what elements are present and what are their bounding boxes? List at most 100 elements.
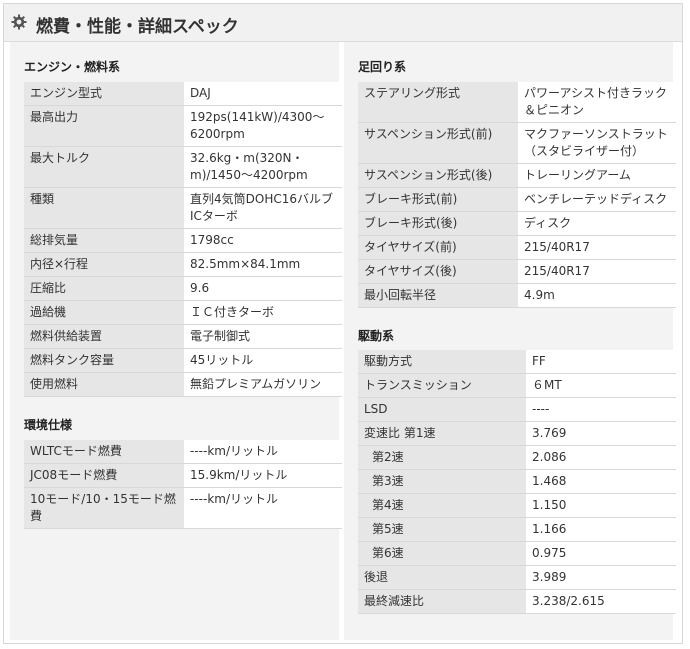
spec-value: ----km/リットル <box>184 440 342 464</box>
section-heading-drivetrain: 駆動系 <box>358 329 395 343</box>
spec-label: 圧縮比 <box>24 276 184 301</box>
spec-value: 1.468 <box>526 469 676 494</box>
spec-value: FF <box>526 350 676 374</box>
spec-value: マクファーソンストラット（スタビライザー付） <box>518 122 676 164</box>
spec-row: JC08モード燃費 15.9km/リットル <box>24 463 342 488</box>
spec-row: ステアリング形式 パワーアシスト付きラック＆ピニオン <box>358 82 676 123</box>
drivetrain-spec-table: 駆動方式 FF トランスミッション ６MT LSD ---- 変速比 第1速 3.769 第2速… <box>358 350 676 614</box>
spec-value: パワーアシスト付きラック＆ピニオン <box>518 82 676 123</box>
spec-label: JC08モード燃費 <box>24 463 184 488</box>
spec-row: 最小回転半径 4.9m <box>358 283 676 308</box>
section-heading-environment: 環境仕様 <box>24 418 73 432</box>
spec-row: 駆動方式 FF <box>358 350 676 374</box>
spec-value: 1.150 <box>526 493 676 518</box>
spec-label: 燃料供給装置 <box>24 324 184 349</box>
spec-label: 第2速 <box>358 445 526 470</box>
spec-value: 82.5mm×84.1mm <box>184 252 342 277</box>
spec-value: ---- <box>526 397 676 422</box>
spec-label: トランスミッション <box>358 373 526 398</box>
spec-label: 第6速 <box>358 541 526 566</box>
spec-value: 1798cc <box>184 228 342 253</box>
spec-row: タイヤサイズ(前) 215/40R17 <box>358 235 676 260</box>
spec-row: 後退 3.989 <box>358 565 676 590</box>
spec-value: 9.6 <box>184 276 342 301</box>
spec-value: ６MT <box>526 373 676 398</box>
spec-label: ブレーキ形式(前) <box>358 187 518 212</box>
spec-value: DAJ <box>184 82 342 106</box>
spec-value: 3.769 <box>526 421 676 446</box>
spec-row: 使用燃料 無鉛プレミアムガソリン <box>24 372 342 397</box>
right-panel: 足回り系 ステアリング形式 パワーアシスト付きラック＆ピニオン サスペンション形式(… <box>344 42 676 640</box>
spec-label: WLTCモード燃費 <box>24 440 184 464</box>
environment-spec-table: WLTCモード燃費 ----km/リットル JC08モード燃費 15.9km/リットル… <box>24 440 342 529</box>
left-panel: エンジン・燃料系 エンジン型式 DAJ 最高出力 192ps(141kW)/4300～… <box>10 42 342 640</box>
spec-row: 種類 直列4気筒DOHC16バルブICターボ <box>24 187 342 229</box>
title-bar: 燃費・性能・詳細スペック <box>4 4 682 42</box>
spec-row: 第3速 1.468 <box>358 469 676 494</box>
spec-row: 総排気量 1798cc <box>24 228 342 253</box>
spec-value: 1.166 <box>526 517 676 542</box>
spec-row: 第2速 2.086 <box>358 445 676 470</box>
spec-row: 第6速 0.975 <box>358 541 676 566</box>
spec-row: タイヤサイズ(後) 215/40R17 <box>358 259 676 284</box>
spec-value: 0.975 <box>526 541 676 566</box>
spec-row: 第5速 1.166 <box>358 517 676 542</box>
spec-row: 第4速 1.150 <box>358 493 676 518</box>
page-title: 燃費・性能・詳細スペック <box>36 17 239 37</box>
spec-row: 燃料タンク容量 45リットル <box>24 348 342 373</box>
spec-label: 過給機 <box>24 300 184 325</box>
gear-icon <box>11 14 27 30</box>
spec-label: サスペンション形式(前) <box>358 122 518 164</box>
spec-row: LSD ---- <box>358 397 676 422</box>
spec-value: ＩＣ付きターボ <box>184 300 342 325</box>
spec-label: 第3速 <box>358 469 526 494</box>
spec-value: 32.6kg・m(320N・m)/1450～4200rpm <box>184 146 342 188</box>
spec-label: 最小回転半径 <box>358 283 518 308</box>
spec-value: ----km/リットル <box>184 487 342 529</box>
spec-row: サスペンション形式(前) マクファーソンストラット（スタビライザー付） <box>358 122 676 164</box>
spec-row: 圧縮比 9.6 <box>24 276 342 301</box>
spec-row: エンジン型式 DAJ <box>24 82 342 106</box>
spec-label: 総排気量 <box>24 228 184 253</box>
engine-spec-table: エンジン型式 DAJ 最高出力 192ps(141kW)/4300～6200rpm 最大… <box>24 82 342 397</box>
spec-value: 45リットル <box>184 348 342 373</box>
spec-row: トランスミッション ６MT <box>358 373 676 398</box>
spec-value: 電子制御式 <box>184 324 342 349</box>
spec-row: サスペンション形式(後) トレーリングアーム <box>358 163 676 188</box>
spec-value: 2.086 <box>526 445 676 470</box>
spec-label: 変速比 第1速 <box>358 421 526 446</box>
spec-row: ブレーキ形式(前) ベンチレーテッドディスク <box>358 187 676 212</box>
suspension-spec-table: ステアリング形式 パワーアシスト付きラック＆ピニオン サスペンション形式(前) マクフ… <box>358 82 676 308</box>
spec-label: 種類 <box>24 187 184 229</box>
spec-label: タイヤサイズ(前) <box>358 235 518 260</box>
spec-label: 使用燃料 <box>24 372 184 397</box>
spec-label: 第4速 <box>358 493 526 518</box>
spec-value: 15.9km/リットル <box>184 463 342 488</box>
spec-value: ベンチレーテッドディスク <box>518 187 676 212</box>
spec-value: 無鉛プレミアムガソリン <box>184 372 342 397</box>
spec-row: WLTCモード燃費 ----km/リットル <box>24 440 342 464</box>
spec-label: 最高出力 <box>24 105 184 147</box>
spec-label: ステアリング形式 <box>358 82 518 123</box>
spec-value: 3.238/2.615 <box>526 589 676 614</box>
spec-value: 4.9m <box>518 283 676 308</box>
spec-label: 燃料タンク容量 <box>24 348 184 373</box>
spec-label: 内径×行程 <box>24 252 184 277</box>
spec-value: 215/40R17 <box>518 235 676 260</box>
spec-value: 215/40R17 <box>518 259 676 284</box>
section-heading-suspension: 足回り系 <box>358 60 407 74</box>
spec-container: 燃費・性能・詳細スペック エンジン・燃料系 エンジン型式 DAJ 最高出力 192ps… <box>3 3 683 644</box>
spec-label: エンジン型式 <box>24 82 184 106</box>
spec-label: サスペンション形式(後) <box>358 163 518 188</box>
spec-label: 駆動方式 <box>358 350 526 374</box>
spec-value: 192ps(141kW)/4300～6200rpm <box>184 105 342 147</box>
spec-label: 最終減速比 <box>358 589 526 614</box>
spec-row: 最終減速比 3.238/2.615 <box>358 589 676 614</box>
spec-label: 最大トルク <box>24 146 184 188</box>
spec-value: トレーリングアーム <box>518 163 676 188</box>
spec-label: 後退 <box>358 565 526 590</box>
spec-label: 10モード/10・15モード燃費 <box>24 487 184 529</box>
spec-value: 直列4気筒DOHC16バルブICターボ <box>184 187 342 229</box>
spec-row: 変速比 第1速 3.769 <box>358 421 676 446</box>
spec-row: ブレーキ形式(後) ディスク <box>358 211 676 236</box>
